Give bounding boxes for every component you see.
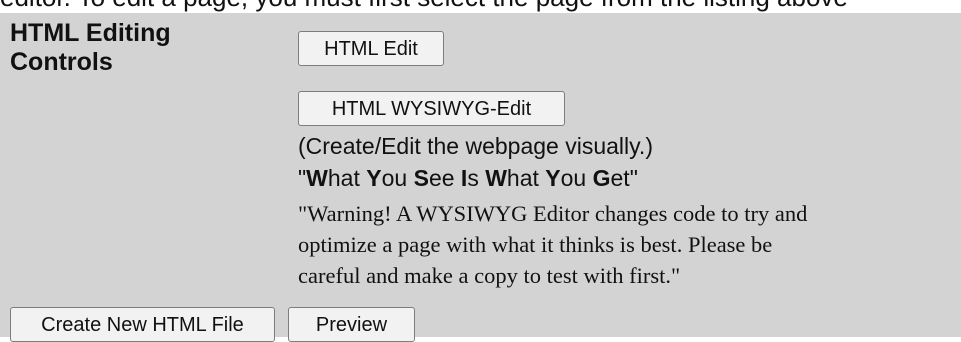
motto-quote-open: " bbox=[298, 165, 307, 191]
html-editing-panel: HTML Editing Controls HTML Edit HTML WYS… bbox=[0, 13, 961, 342]
motto-word-ou2: ou bbox=[560, 165, 593, 191]
motto-initial-y: Y bbox=[366, 165, 382, 191]
motto-word-s: s bbox=[467, 165, 486, 191]
warning-line: "Warning! A WYSIWYG Editor changes code … bbox=[298, 201, 808, 226]
html-edit-button[interactable]: HTML Edit bbox=[298, 31, 444, 66]
motto-word-ou: ou bbox=[381, 165, 414, 191]
warning-line: optimize a page with what it thinks is b… bbox=[298, 232, 773, 257]
motto-word-hat2: hat bbox=[506, 165, 546, 191]
motto-initial-w2: W bbox=[485, 165, 507, 191]
motto-word-ee: ee bbox=[428, 165, 461, 191]
wysiwyg-description: (Create/Edit the webpage visually.) bbox=[298, 133, 653, 159]
html-wysiwyg-edit-button[interactable]: HTML WYSIWYG-Edit bbox=[298, 91, 565, 126]
motto-initial-s: S bbox=[413, 165, 429, 191]
motto-initial-y2: Y bbox=[545, 165, 561, 191]
wysiwyg-motto: "What You See Is What You Get" bbox=[298, 163, 638, 193]
motto-initial-g: G bbox=[592, 165, 611, 191]
warning-line: careful and make a copy to test with fir… bbox=[298, 263, 681, 288]
wysiwyg-warning: "Warning! A WYSIWYG Editor changes code … bbox=[298, 198, 808, 291]
motto-initial-w: W bbox=[306, 165, 328, 191]
motto-word-et: et" bbox=[610, 165, 638, 191]
cut-off-instruction-text: editor. To edit a page, you must first s… bbox=[0, 0, 961, 13]
motto-word-hat: hat bbox=[327, 165, 367, 191]
html-editing-controls-label: HTML Editing Controls bbox=[10, 19, 171, 76]
